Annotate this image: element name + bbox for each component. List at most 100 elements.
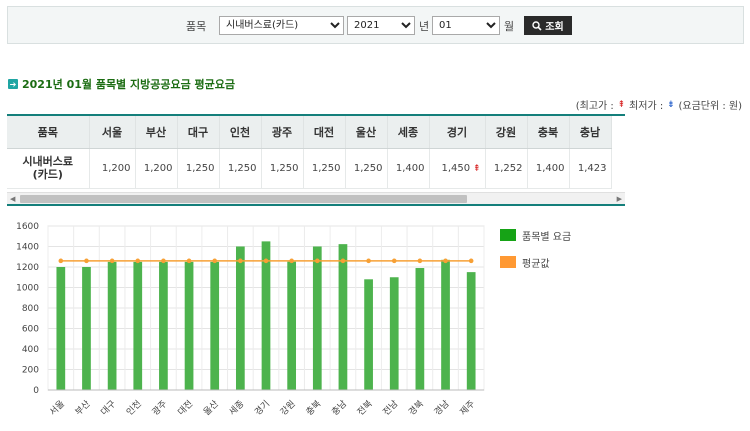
bar [159,261,168,390]
average-point [468,258,474,264]
search-button[interactable]: 조회 [524,16,572,35]
scroll-left-icon[interactable]: ◀ [10,195,15,203]
x-tick-label: 경기 [252,398,272,418]
item-select[interactable]: 시내버스료(카드) [219,16,344,35]
average-point [84,258,89,264]
y-tick-label: 1400 [16,243,39,253]
average-point [391,258,397,264]
scroll-right-icon[interactable]: ▶ [617,195,622,203]
x-tick-label: 전남 [381,398,400,417]
average-point [366,258,371,264]
bar [133,261,143,390]
section-title: ➔ 2021년 01월 품목별 지방공공요금 평균요금 [8,76,235,92]
min-price-icon: ⇟ [664,99,678,110]
fare-chart: 0 200 400 600 800 1000 1200 1400 1600 서울 부산 대구 인천 광주 대… [0,212,750,428]
bar [261,241,271,390]
bar [441,259,450,390]
x-tick-label: 서울 [47,398,66,417]
max-price-icon: ⇞ [614,99,629,110]
bar [56,267,66,390]
fare-cell-value: 1,450 [441,162,471,174]
fare-chart-svg: 0 200 400 600 800 1000 1200 1400 1600 서울 부산 대구 인천 광주 대… [16,222,485,418]
y-tick-label: 400 [22,345,39,355]
bar [364,279,373,390]
bar [210,261,220,390]
arrow-right-icon: ➔ [8,79,18,89]
average-point [289,258,294,264]
average-point [417,258,423,264]
region-header: 강원 [485,116,528,149]
row-label-line2: (카드) [32,168,63,181]
fare-table: 품목 서울 부산 대구 인천 광주 대전 울산 세종 경기 강원 충북 충남 시… [7,116,612,189]
legend-swatch-fare [500,229,516,241]
bar [389,277,399,390]
average-point [186,258,192,264]
x-tick-label: 충북 [304,398,323,417]
region-header: 경기 [429,116,486,149]
region-header: 충남 [569,116,612,149]
fare-cell: 1,400 [387,148,430,189]
max-price-icon: ⇞ [470,163,481,174]
average-point [135,258,141,264]
region-header: 인천 [219,116,262,149]
region-header: 세종 [387,116,430,149]
year-unit-label: 년 [419,20,430,33]
x-tick-label: 부산 [73,398,92,417]
x-tick-label: 경남 [431,398,451,418]
x-tick-label: 전북 [355,398,374,417]
region-header: 광주 [261,116,304,149]
region-header: 울산 [345,116,388,149]
year-select[interactable]: 2021 [347,16,415,35]
x-tick-label: 제주 [458,398,477,417]
legend-label-average: 평균값 [522,258,550,270]
bar [312,246,322,390]
fare-cell: 1,250 [177,148,220,189]
fare-cell: 1,250 [345,148,388,189]
x-tick-label: 대구 [99,398,118,417]
bar [415,268,425,390]
search-bar: 품목 시내버스료(카드) 2021 년 01 월 조회 [7,6,744,44]
min-price-label: 최저가 : [629,101,664,112]
fare-cell: 1,400 [527,148,570,189]
month-unit-label: 월 [504,20,515,33]
row-item-label: 시내버스료 (카드) [7,148,90,189]
bar [466,272,476,390]
month-select[interactable]: 01 [432,16,500,35]
region-header: 충북 [527,116,570,149]
fare-cell: 1,200 [135,148,178,189]
x-tick-label: 대전 [176,398,195,417]
table-row: 시내버스료 (카드) 1,200 1,200 1,250 1,250 1,250… [7,148,612,189]
x-tick-label: 광주 [149,398,169,418]
chart-legend: 품목별 요금 평균값 [500,228,571,282]
y-tick-label: 1600 [16,222,39,232]
bar [184,261,194,390]
legend-item-average[interactable]: 평균값 [500,255,571,270]
bar [82,267,91,390]
item-column-header: 품목 [7,116,90,149]
y-tick-label: 1000 [16,284,39,294]
legend-item-fare[interactable]: 품목별 요금 [500,228,572,243]
average-point [109,258,115,264]
region-header: 대구 [177,116,220,149]
fare-cell: 1,250 [219,148,262,189]
horizontal-scrollbar[interactable]: ◀ ▶ [7,192,625,204]
fare-cell: 1,200 [89,148,136,189]
y-tick-label: 0 [33,386,39,396]
section-title-text: 2021년 01월 품목별 지방공공요금 평균요금 [22,78,236,91]
table-header-row: 품목 서울 부산 대구 인천 광주 대전 울산 세종 경기 강원 충북 충남 [7,116,612,149]
scrollbar-thumb[interactable] [20,195,467,203]
fare-unit-label: (요금단위 : 원) [678,101,742,112]
average-point [238,258,243,264]
average-point [443,258,448,264]
search-button-label: 조회 [545,22,564,33]
y-tick-label: 200 [22,366,39,376]
fare-cell: 1,250 [261,148,304,189]
legend-label-fare: 품목별 요금 [522,231,572,243]
x-tick-label: 세종 [227,398,246,417]
legend-swatch-average [500,256,516,268]
bar [235,246,245,390]
x-tick-label: 충남 [330,398,349,417]
fare-table-container[interactable]: 품목 서울 부산 대구 인천 광주 대전 울산 세종 경기 강원 충북 충남 시… [7,114,625,206]
average-point [314,258,320,264]
region-header: 대전 [303,116,346,149]
